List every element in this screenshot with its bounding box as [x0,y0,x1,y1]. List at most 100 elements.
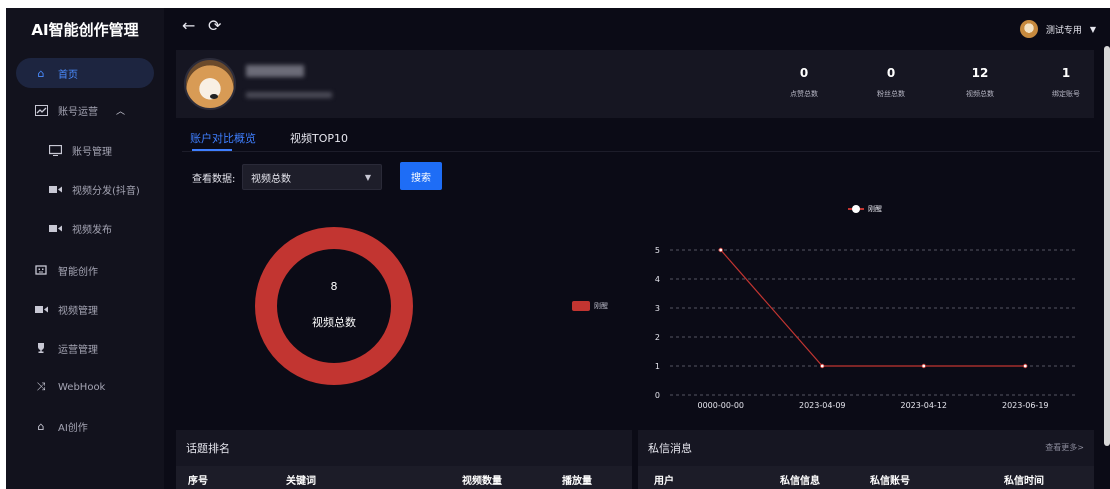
sidebar-item-label: WebHook [58,381,106,393]
column-header[interactable]: 播放量 [562,472,592,487]
refresh-icon[interactable]: ⟳ [208,16,221,35]
app-window: AI智能创作管理 ⌂ 首页 账号运营 ︿ 账号管理 视频分发(抖音) 视频发布 … [6,8,1110,489]
y-tick-label: 2 [655,333,660,342]
sidebar-item-video-publish[interactable]: 视频发布 [6,213,164,243]
home-icon: ⌂ [37,66,45,80]
chevron-down-icon: ▼ [364,173,371,182]
top-bar: ← ⟳ 测试专用 ▼ [164,8,1110,50]
dog-nose [210,94,218,99]
column-header[interactable]: 用户 [654,472,674,487]
home-icon: ⌂ [37,419,45,433]
panel-title: 私信消息 [648,442,692,455]
sidebar-item-smart-create[interactable]: 智能创作 [6,255,164,285]
stat-value: 1 [1061,66,1071,80]
column-header[interactable]: 序号 [188,472,208,487]
sidebar-item-label: 智能创作 [58,266,98,278]
sidebar-item-label: 账号管理 [72,146,112,158]
y-tick-label: 1 [655,362,660,371]
panel-title: 话题排名 [186,442,230,455]
search-button[interactable]: 搜索 [400,162,442,190]
y-tick-label: 4 [655,275,660,284]
donut-legend: 刚醒 [572,301,608,311]
stat-fans: 0 粉丝总数 [851,66,931,99]
back-arrow-icon[interactable]: ← [182,16,195,35]
sidebar-item-label: AI创作 [58,422,88,434]
sidebar-item-label: 首页 [58,69,78,81]
data-point [921,363,926,369]
filter-label: 查看数据: [192,174,236,185]
chevron-up-icon: ︿ [116,106,126,117]
line-chart: 0 1 2 3 4 5 0000-00-00 2023-04-09 2023-04-12 2023… [655,246,1076,410]
donut-label: 视频总数 [312,316,356,329]
sidebar-item-account-ops[interactable]: 账号运营 ︿ [6,95,164,125]
donut-value: 8 [330,280,338,293]
sidebar-item-label: 视频发布 [72,224,112,236]
video-icon [48,221,62,235]
column-header[interactable]: 私信信息 [780,472,820,487]
column-header[interactable]: 视频数量 [462,472,502,487]
sidebar-item-ai-create[interactable]: ⌂ AI创作 [6,411,164,441]
stat-likes: 0 点赞总数 [764,66,844,99]
monitor-icon [48,143,62,157]
scrollbar[interactable] [1104,46,1110,446]
view-more-link[interactable]: 查看更多> [1045,442,1084,453]
stat-value: 12 [971,66,989,80]
app-logo-title: AI智能创作管理 [31,20,139,39]
private-message-panel: 私信消息 查看更多> 用户 私信信息 私信账号 私信时间 [638,430,1094,489]
stat-value: 0 [799,66,809,80]
y-tick-label: 5 [655,246,660,255]
sidebar-item-video-distribute[interactable]: 视频分发(抖音) [6,174,164,204]
tab-video-top10[interactable]: 视频TOP10 [290,130,348,146]
shuffle-icon: ⤨ [36,380,46,393]
video-icon [48,182,62,196]
user-name: 测试专用 [1045,25,1082,36]
x-tick-label: 0000-00-00 [698,401,745,410]
trophy-icon [34,341,48,355]
sidebar-item-label: 视频分发(抖音) [72,185,140,197]
sidebar-item-label: 账号运营 [58,106,98,118]
x-tick-label: 2023-04-12 [901,401,948,410]
sidebar-item-ops-manage[interactable]: 运营管理 [6,333,164,363]
chart-icon [34,103,48,117]
stat-bound-accounts: 1 绑定账号 [1026,66,1106,99]
sidebar-item-label: 视频管理 [58,305,98,317]
table-header: 序号 关键词 视频数量 播放量 [176,466,632,489]
sidebar-item-video-manage[interactable]: 视频管理 [6,294,164,324]
x-tick-label: 2023-04-09 [799,401,846,410]
stat-label: 视频总数 [966,90,994,98]
user-menu[interactable]: 测试专用 ▼ [1019,20,1096,38]
legend-label: 刚醒 [594,302,608,310]
robot-icon [34,263,48,277]
data-point [1023,363,1028,369]
data-point [820,363,825,369]
profile-avatar [184,58,236,110]
column-header[interactable]: 关键词 [286,472,316,487]
video-icon [34,302,48,316]
column-header[interactable]: 私信时间 [1004,472,1044,487]
sidebar-item-account-manage[interactable]: 账号管理 [6,135,164,165]
stat-label: 点赞总数 [790,90,818,98]
table-header: 用户 私信信息 私信账号 私信时间 [638,466,1094,489]
data-select[interactable]: 视频总数 ▼ [242,164,382,190]
profile-card: 0 点赞总数 0 粉丝总数 12 视频总数 1 绑定账号 [176,50,1094,118]
sidebar-item-label: 运营管理 [58,344,98,356]
column-header[interactable]: 私信账号 [870,472,910,487]
y-tick-label: 3 [655,304,660,313]
sidebar-item-webhook[interactable]: ⤨ WebHook [6,372,164,402]
stat-label: 绑定账号 [1052,90,1080,98]
select-value: 视频总数 [251,173,291,185]
account-name-blurred [246,65,304,77]
caret-down-icon: ▼ [1089,24,1096,34]
stat-label: 粉丝总数 [877,90,905,98]
x-tick-label: 2023-06-19 [1002,401,1049,410]
donut-ring [255,227,413,385]
stat-value: 0 [886,66,896,80]
stat-videos: 12 视频总数 [940,66,1020,99]
legend-swatch [572,301,590,311]
sidebar-item-home[interactable]: ⌂ 首页 [16,58,154,88]
tab-account-overview[interactable]: 账户对比概览 [190,130,256,146]
data-point [718,247,723,253]
sidebar: AI智能创作管理 ⌂ 首页 账号运营 ︿ 账号管理 视频分发(抖音) 视频发布 … [6,8,164,489]
y-tick-label: 0 [655,391,660,400]
topic-ranking-panel: 话题排名 序号 关键词 视频数量 播放量 [176,430,632,489]
